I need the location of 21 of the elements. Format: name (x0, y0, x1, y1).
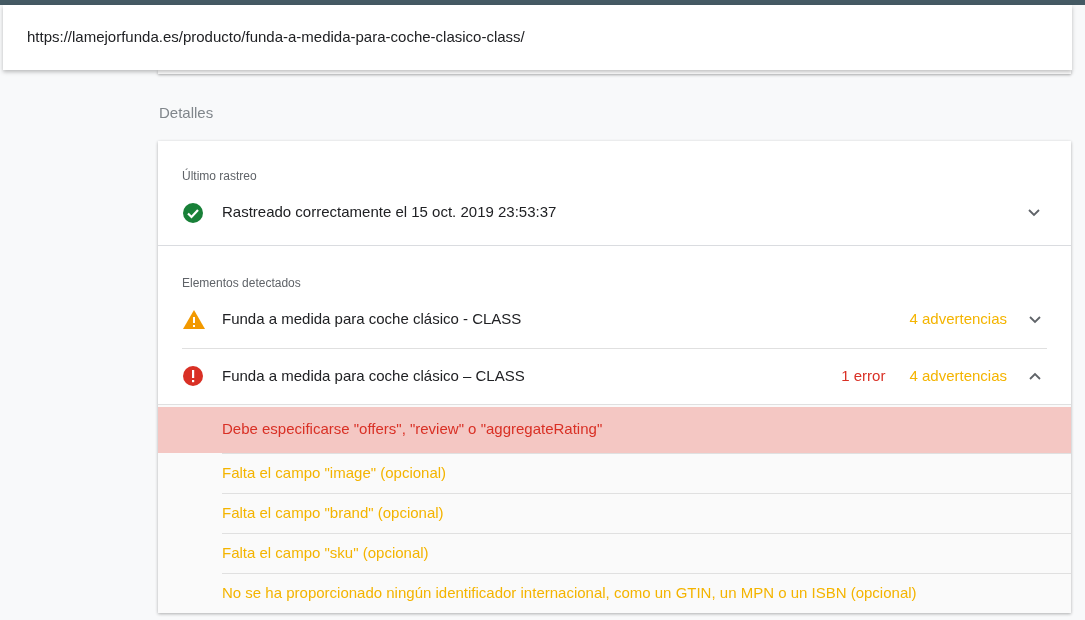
error-message: Debe especificarse "offers", "review" o "aggregateRating" (222, 419, 603, 440)
chevron-icon (1029, 372, 1041, 380)
warning-triangle-icon (182, 309, 206, 330)
section-title: Detalles (159, 103, 215, 123)
section-label: Elementos detectados (181, 274, 302, 292)
chevron-icon (1028, 208, 1040, 217)
warning-message: Falta el campo "sku" (opcional) (222, 542, 429, 563)
crawl-status: Rastreado correctamente el 15 oct. 2019 23:53:37 (222, 202, 558, 223)
warning-message: Falta el campo "brand" (opcional) (222, 502, 444, 523)
detected-item-name: Funda a medida para coche clásico – CLASS (222, 365, 526, 386)
error-count: 1 error (841, 365, 886, 386)
detected-item-name: Funda a medida para coche clásico - CLASS (222, 309, 523, 330)
section-label: Último rastreo (182, 167, 258, 185)
warning-count: 4 advertencias (909, 309, 1007, 330)
chevron-icon (1029, 315, 1041, 324)
check-circle-icon (182, 201, 204, 224)
error-circle-icon (182, 365, 204, 387)
warning-count: 4 advertencias (909, 365, 1007, 386)
page-url: https://lamejorfunda.es/producto/funda-a-medida-para-coche-clasico-class/ (27, 27, 525, 48)
warning-message: No se ha proporcionado ningún identificador internacional, como un GTIN, un MPN o un ISBN (opcional) (222, 582, 917, 603)
warning-message: Falta el campo "image" (opcional) (222, 462, 447, 483)
